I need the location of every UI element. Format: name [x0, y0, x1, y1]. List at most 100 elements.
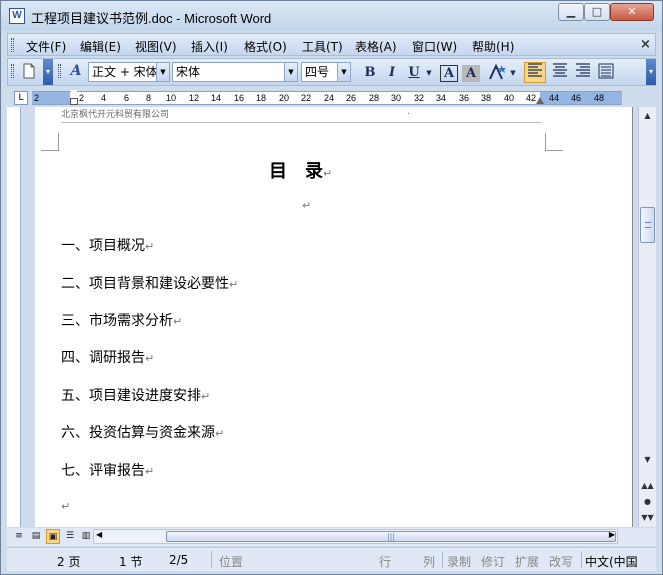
ruler-number: 40 — [504, 93, 515, 103]
menu-view[interactable]: 视图(V) — [135, 38, 177, 55]
font-size-combo[interactable]: 四号 ▼ — [301, 62, 351, 82]
close-button[interactable]: ✕ — [610, 3, 654, 21]
chevron-down-icon[interactable]: ▼ — [284, 63, 297, 81]
status-divider — [581, 551, 582, 568]
character-border-button[interactable]: A — [440, 65, 458, 82]
toolbar-grip-icon[interactable] — [58, 64, 61, 78]
status-column[interactable]: 列 — [423, 553, 435, 570]
chevron-down-icon[interactable]: ▼ — [156, 63, 169, 81]
style-combo[interactable]: 正文 + 宋体 ▼ — [88, 62, 170, 82]
page-header-text: 北京枫代开元科贸有限公司 — [61, 110, 170, 120]
paragraph-mark: ↵ — [215, 427, 225, 440]
window-title: 工程项目建议书范例.doc - Microsoft Word — [31, 11, 272, 26]
menu-tools[interactable]: 工具(T) — [302, 38, 343, 55]
paragraph-mark: ↵ — [201, 390, 211, 403]
minimize-button[interactable]: ▁ — [558, 3, 584, 21]
web-layout-icon[interactable]: ▤ — [29, 529, 43, 544]
status-position[interactable]: 位置 — [219, 553, 243, 570]
left-indent-marker[interactable] — [70, 98, 78, 105]
right-indent-marker[interactable] — [536, 97, 544, 104]
toc-item[interactable]: 一、项目概况↵ — [61, 235, 154, 255]
status-rec[interactable]: 录制 — [447, 553, 471, 570]
first-line-indent-marker[interactable] — [70, 90, 78, 96]
status-page-count[interactable]: 2/5 — [169, 553, 188, 567]
normal-view-icon[interactable]: ≡ — [12, 529, 26, 544]
status-trk[interactable]: 修订 — [481, 553, 505, 570]
word-app-icon[interactable]: W — [9, 8, 25, 24]
toc-item[interactable]: 七、评审报告↵ — [61, 460, 154, 480]
scroll-right-icon[interactable]: ▶ — [609, 530, 615, 539]
align-center-icon[interactable] — [549, 63, 571, 83]
crop-mark-left — [41, 133, 59, 151]
text-effects-icon[interactable] — [486, 63, 508, 83]
status-page[interactable]: 2 页 — [57, 553, 80, 570]
document-page[interactable]: 北京枫代开元科贸有限公司 . 目 录↵ ↵ 一、项目概况↵ 二、项目背景和建设必… — [35, 107, 633, 527]
chevron-down-icon[interactable]: ▼ — [509, 63, 517, 83]
chevron-down-icon[interactable]: ▼ — [337, 63, 350, 81]
align-left-icon[interactable] — [524, 62, 546, 83]
reading-layout-icon[interactable]: ▥ — [79, 529, 93, 544]
status-language[interactable]: 中文(中国 — [585, 553, 638, 570]
new-document-icon[interactable] — [21, 63, 37, 83]
underline-button[interactable]: U — [404, 63, 424, 83]
status-ovr[interactable]: 改写 — [549, 553, 573, 570]
styles-and-formatting-icon[interactable]: A — [66, 63, 86, 83]
print-layout-icon[interactable]: ▣ — [46, 529, 60, 544]
bold-button[interactable]: B — [360, 63, 380, 83]
align-right-icon[interactable] — [572, 63, 594, 83]
paragraph-mark: ↵ — [323, 167, 333, 180]
maximize-button[interactable]: □ — [584, 3, 610, 21]
horizontal-ruler[interactable]: 2 2 4 6 8 10 12 14 16 18 20 22 24 26 28 … — [32, 90, 622, 105]
close-document-icon[interactable]: × — [640, 37, 651, 52]
outline-view-icon[interactable]: ☰ — [63, 529, 77, 544]
menu-help[interactable]: 帮助(H) — [472, 38, 514, 55]
toolbar-options-chevron-icon[interactable]: ▾ — [646, 59, 656, 85]
ruler-number: 28 — [369, 93, 380, 103]
menu-insert[interactable]: 插入(I) — [191, 38, 228, 55]
ruler-number: 2 — [34, 93, 40, 103]
character-shading-button[interactable]: A — [462, 65, 480, 82]
vertical-scroll-thumb[interactable] — [640, 207, 655, 243]
toc-item[interactable]: 六、投资估算与资金来源↵ — [61, 422, 224, 442]
menu-table[interactable]: 表格(A) — [355, 38, 397, 55]
toolbar-options-chevron-icon[interactable]: ▾ — [43, 59, 53, 85]
horizontal-scroll-thumb[interactable]: ||| — [166, 531, 616, 542]
font-value: 宋体 — [176, 65, 201, 79]
justify-icon[interactable] — [595, 63, 617, 83]
menu-edit[interactable]: 编辑(E) — [80, 38, 121, 55]
empty-paragraph-mark[interactable]: ↵ — [302, 199, 311, 212]
ruler-number: 10 — [166, 93, 177, 103]
ruler-number: 2 — [79, 93, 85, 103]
italic-button[interactable]: I — [382, 63, 402, 83]
menu-grip-icon[interactable] — [11, 38, 14, 52]
status-section[interactable]: 1 节 — [119, 553, 142, 570]
font-combo[interactable]: 宋体 ▼ — [172, 62, 298, 82]
tab-selector-button[interactable]: L — [14, 91, 28, 105]
menu-file[interactable]: 文件(F) — [26, 38, 66, 55]
select-browse-object-icon[interactable]: ● — [640, 495, 655, 509]
toc-item-text: 七、评审报告 — [61, 463, 145, 479]
vertical-scrollbar[interactable]: ▲ ▼ ▲▲ ● ▼▼ — [638, 107, 656, 527]
toc-item[interactable]: 四、调研报告↵ — [61, 347, 154, 367]
menu-window[interactable]: 窗口(W) — [412, 38, 457, 55]
underline-options-chevron-icon[interactable]: ▼ — [424, 63, 434, 83]
toc-item[interactable]: 二、项目背景和建设必要性↵ — [61, 273, 238, 293]
next-page-icon[interactable]: ▼▼ — [640, 511, 655, 525]
scroll-down-icon[interactable]: ▼ — [640, 453, 655, 467]
previous-page-icon[interactable]: ▲▲ — [640, 479, 655, 493]
horizontal-scrollbar[interactable]: ◀ ||| ▶ — [93, 529, 618, 544]
toc-item[interactable]: 三、市场需求分析↵ — [61, 310, 182, 330]
toolbar-grip-icon[interactable] — [11, 64, 14, 78]
status-line[interactable]: 行 — [379, 553, 391, 570]
ruler-number: 48 — [594, 93, 605, 103]
empty-paragraph-mark[interactable]: ↵ — [61, 500, 70, 513]
scroll-left-icon[interactable]: ◀ — [96, 530, 102, 539]
ruler-number: 30 — [391, 93, 402, 103]
ruler-number: 26 — [346, 93, 357, 103]
scroll-up-icon[interactable]: ▲ — [640, 109, 655, 123]
toc-item[interactable]: 五、项目建设进度安排↵ — [61, 385, 210, 405]
document-title[interactable]: 目 录↵ — [269, 157, 332, 183]
menu-format[interactable]: 格式(O) — [244, 38, 287, 55]
status-ext[interactable]: 扩展 — [515, 553, 539, 570]
vertical-ruler[interactable] — [7, 107, 21, 527]
